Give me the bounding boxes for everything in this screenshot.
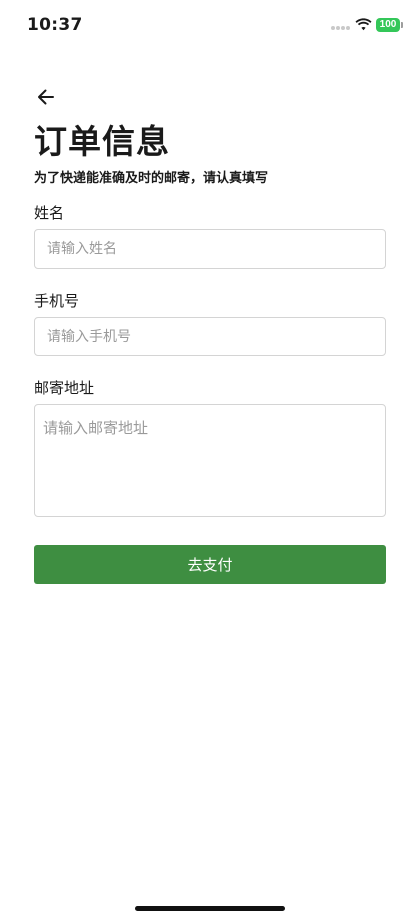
phone-input[interactable] bbox=[34, 317, 386, 356]
wifi-icon bbox=[355, 18, 372, 31]
page-title: 订单信息 bbox=[34, 122, 170, 161]
name-label: 姓名 bbox=[34, 204, 65, 222]
name-input[interactable] bbox=[34, 229, 386, 269]
home-indicator[interactable] bbox=[135, 906, 285, 911]
pay-button[interactable]: 去支付 bbox=[34, 545, 386, 584]
battery-level: 100 bbox=[376, 18, 400, 32]
status-bar: 10:37 100 bbox=[0, 0, 420, 48]
battery-icon: 100 bbox=[376, 18, 403, 32]
page-subtitle: 为了快递能准确及时的邮寄，请认真填写 bbox=[34, 171, 269, 186]
phone-label: 手机号 bbox=[34, 292, 80, 310]
address-textarea[interactable] bbox=[34, 404, 386, 517]
arrow-left-icon bbox=[38, 89, 54, 105]
back-button[interactable] bbox=[32, 84, 60, 110]
status-time: 10:37 bbox=[27, 15, 83, 35]
signal-icon bbox=[331, 26, 351, 30]
battery-cap bbox=[401, 22, 403, 28]
address-label: 邮寄地址 bbox=[34, 379, 95, 397]
